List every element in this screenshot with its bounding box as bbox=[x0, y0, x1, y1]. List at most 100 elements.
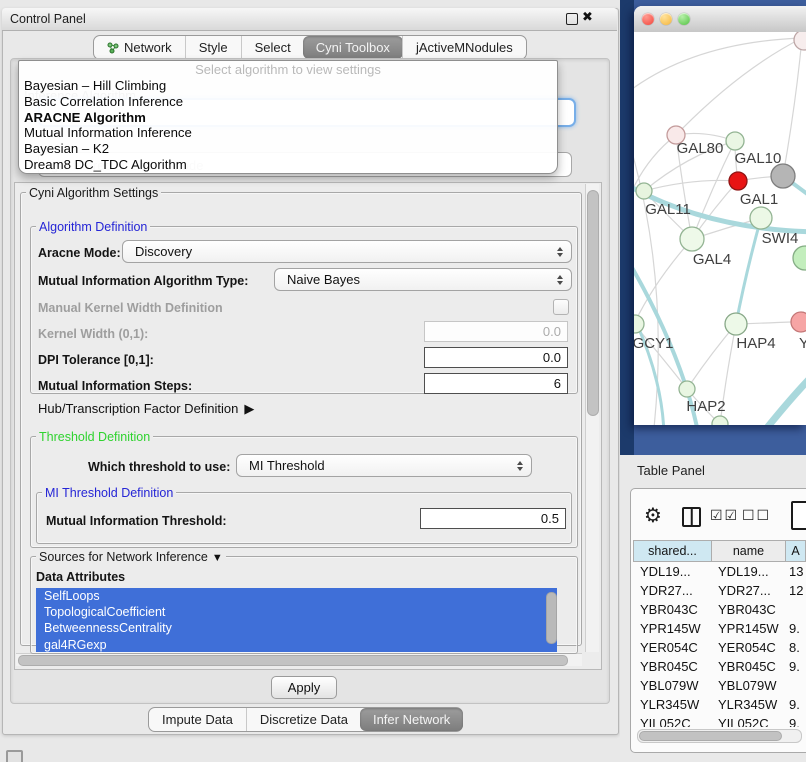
mi-threshold-field[interactable]: 0.5 bbox=[420, 508, 566, 529]
algorithm-option-bayesian-hill-climbing[interactable]: Bayesian – Hill Climbing bbox=[19, 78, 557, 94]
float-window-icon[interactable] bbox=[566, 13, 578, 25]
tab-discretize-data[interactable]: Discretize Data bbox=[246, 708, 361, 731]
network-node-swi4[interactable] bbox=[793, 246, 806, 270]
attribute-item-gal4rgexp[interactable]: gal4RGexp bbox=[36, 637, 557, 652]
close-icon[interactable]: ✖ bbox=[582, 9, 593, 25]
tab-impute-data[interactable]: Impute Data bbox=[149, 708, 246, 731]
network-edge[interactable] bbox=[687, 324, 736, 389]
cyni-algorithm-settings-title: Cyni Algorithm Settings bbox=[26, 186, 161, 200]
table-settings-gear-icon[interactable]: ⚙ bbox=[644, 503, 662, 528]
table-cell: YDR27... bbox=[712, 583, 786, 598]
network-node-gal11[interactable] bbox=[636, 183, 652, 199]
which-threshold-select[interactable]: MI Threshold bbox=[236, 454, 532, 477]
algorithm-option-basic-correlation-inference[interactable]: Basic Correlation Inference bbox=[19, 94, 557, 110]
apply-button[interactable]: Apply bbox=[271, 676, 337, 699]
control-panel-titlebar[interactable] bbox=[2, 8, 617, 31]
tab-network[interactable]: Network bbox=[94, 36, 185, 59]
table-row[interactable]: YBR045CYBR045C9. bbox=[633, 657, 806, 676]
attributes-list-scrollbar-thumb[interactable] bbox=[546, 592, 557, 644]
settings-vertical-scrollbar-thumb[interactable] bbox=[587, 190, 599, 416]
network-edge[interactable] bbox=[634, 239, 692, 324]
tab-infer-network[interactable]: Infer Network bbox=[360, 708, 463, 731]
attribute-item-betweennesscentrality[interactable]: BetweennessCentrality bbox=[36, 620, 557, 636]
expand-right-icon: ▶ bbox=[244, 401, 254, 417]
network-node[interactable] bbox=[729, 172, 747, 190]
manual-kernel-width-checkbox[interactable] bbox=[553, 299, 569, 315]
algorithm-dropdown-placeholder: Select algorithm to view settings bbox=[19, 61, 557, 78]
algorithm-option-mutual-information-inference[interactable]: Mutual Information Inference bbox=[19, 125, 557, 141]
table-horizontal-scrollbar-thumb[interactable] bbox=[639, 731, 782, 741]
column-layout-icon[interactable] bbox=[682, 507, 701, 527]
tab-cyni-toolbox[interactable]: Cyni Toolbox bbox=[303, 36, 403, 59]
attribute-item-topologicalcoefficient[interactable]: TopologicalCoefficient bbox=[36, 604, 557, 620]
algorithm-option-aracne-algorithm[interactable]: ARACNE Algorithm bbox=[19, 110, 557, 126]
tab-jactivemnodules[interactable]: jActiveMNodules bbox=[402, 36, 526, 59]
spinner-arrows-icon bbox=[557, 275, 563, 285]
network-node-hap4[interactable] bbox=[725, 313, 747, 335]
column-header-shared[interactable]: shared... bbox=[633, 540, 712, 562]
algorithm-option-dream8-dc-tdc-algorithm[interactable]: Dream8 DC_TDC Algorithm bbox=[19, 157, 557, 173]
table-row[interactable]: YPR145WYPR145W9. bbox=[633, 619, 806, 638]
control-panel-title: Control Panel bbox=[10, 12, 86, 26]
table-row[interactable]: YBL079WYBL079W bbox=[633, 676, 806, 695]
aracne-mode-select[interactable]: Discovery bbox=[122, 240, 572, 263]
kernel-width-field[interactable]: 0.0 bbox=[424, 321, 568, 342]
dpi-tolerance-label: DPI Tolerance [0,1]: bbox=[38, 353, 154, 367]
settings-horizontal-scrollbar-thumb[interactable] bbox=[18, 655, 568, 666]
tab-select-label: Select bbox=[255, 40, 291, 55]
hub-definition-label: Hub/Transcription Factor Definition bbox=[38, 401, 238, 416]
tab-select[interactable]: Select bbox=[241, 36, 304, 59]
network-node[interactable] bbox=[794, 32, 806, 50]
table-cell: 8. bbox=[786, 640, 806, 655]
table-row[interactable]: YDL19...YDL19...13 bbox=[633, 562, 806, 581]
table-cell: YDL19... bbox=[712, 564, 786, 579]
network-node-gal1[interactable] bbox=[750, 207, 772, 229]
network-node-y[interactable] bbox=[791, 312, 806, 332]
network-node-gcy1[interactable] bbox=[634, 315, 644, 333]
network-node-gal4[interactable] bbox=[680, 227, 704, 251]
network-edge-highlighted[interactable] bbox=[634, 294, 664, 425]
hub-definition-toggle[interactable]: Hub/Transcription Factor Definition ▶ bbox=[38, 401, 254, 417]
select-all-columns-icon[interactable]: ☑☑ bbox=[710, 507, 739, 524]
table-row[interactable]: YER054CYER054C8. bbox=[633, 638, 806, 657]
table-cell: YPR145W bbox=[712, 621, 786, 636]
deselect-all-columns-icon[interactable]: ☐☐ bbox=[742, 507, 771, 524]
algorithm-option-bayesian-k2[interactable]: Bayesian – K2 bbox=[19, 141, 557, 157]
network-node-label: Y bbox=[799, 335, 806, 352]
network-edge[interactable] bbox=[783, 38, 802, 176]
table-cell: YDL19... bbox=[633, 564, 712, 579]
network-node-gal10[interactable] bbox=[726, 132, 744, 150]
dpi-tolerance-field[interactable]: 0.0 bbox=[424, 347, 568, 368]
table-row[interactable]: YBR043CYBR043C bbox=[633, 600, 806, 619]
network-edge-highlighted[interactable] bbox=[736, 218, 761, 324]
network-node[interactable] bbox=[712, 416, 728, 425]
mac-close-icon[interactable] bbox=[642, 13, 654, 25]
tab-style[interactable]: Style bbox=[185, 36, 241, 59]
network-edge[interactable] bbox=[644, 180, 738, 191]
network-canvas[interactable]: GAL80GAL10GAL11GAL1SWI4GAL4GCY1HAP4YHAP2 bbox=[634, 32, 806, 425]
column-header-name[interactable]: name bbox=[712, 540, 786, 562]
data-attributes-list[interactable]: SelfLoopsTopologicalCoefficientBetweenne… bbox=[36, 588, 557, 652]
network-edge[interactable] bbox=[676, 38, 802, 135]
sources-group-title[interactable]: Sources for Network Inference▼ bbox=[36, 550, 226, 564]
network-node-label: SWI4 bbox=[762, 230, 799, 247]
minimized-panel-icon[interactable] bbox=[6, 750, 23, 762]
network-node-label: GAL10 bbox=[735, 150, 782, 167]
tab-cyni-toolbox-label: Cyni Toolbox bbox=[316, 40, 390, 55]
column-header-a[interactable]: A bbox=[786, 540, 806, 562]
mi-steps-field[interactable]: 6 bbox=[424, 373, 568, 394]
network-node-hap2[interactable] bbox=[679, 381, 695, 397]
table-row[interactable]: YDR27...YDR27...12 bbox=[633, 581, 806, 600]
export-table-icon[interactable] bbox=[791, 501, 806, 530]
spinner-arrows-icon bbox=[517, 461, 523, 471]
network-node[interactable] bbox=[771, 164, 795, 188]
mac-zoom-icon[interactable] bbox=[678, 13, 690, 25]
network-edge[interactable] bbox=[634, 38, 802, 92]
attribute-item-selfloops[interactable]: SelfLoops bbox=[36, 588, 557, 604]
table-row[interactable]: YLR345WYLR345W9. bbox=[633, 695, 806, 714]
table-row[interactable]: YIL052CYIL052C9. bbox=[633, 714, 806, 727]
mi-algorithm-type-select[interactable]: Naive Bayes bbox=[274, 268, 572, 291]
mac-minimize-icon[interactable] bbox=[660, 13, 672, 25]
table-body: YDL19...YDL19...13YDR27...YDR27...12YBR0… bbox=[633, 562, 806, 727]
network-edge-highlighted[interactable] bbox=[762, 370, 806, 425]
